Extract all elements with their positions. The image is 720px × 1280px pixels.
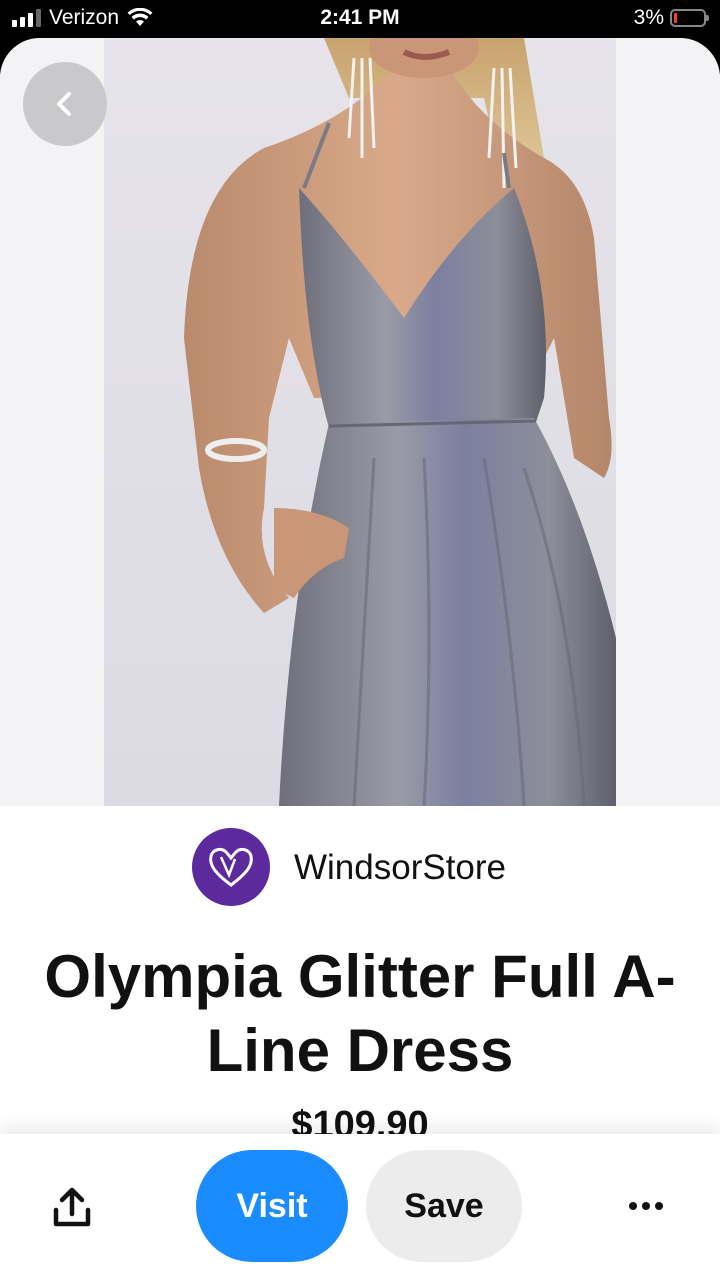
dress-photo[interactable] <box>104 38 616 806</box>
clock: 2:41 PM <box>320 6 400 29</box>
store-name[interactable]: WindsorStore <box>294 848 506 888</box>
share-icon <box>53 1187 91 1227</box>
battery-icon <box>670 9 709 27</box>
battery-group: 3% <box>633 6 709 30</box>
dress-illustration <box>184 38 616 806</box>
windsor-heart-logo-icon <box>209 847 253 887</box>
back-button[interactable] <box>23 62 107 146</box>
chevron-left-icon <box>57 92 71 116</box>
pin-detail-sheet: WindsorStore Olympia Glitter Full A-Line… <box>0 38 720 1280</box>
product-title: Olympia Glitter Full A-Line Dress <box>44 943 676 1084</box>
action-bar: Visit Save <box>0 1134 720 1280</box>
battery-level <box>674 13 677 23</box>
pin-image-area[interactable] <box>0 38 720 806</box>
save-button[interactable]: Save <box>366 1150 522 1262</box>
battery-percent: 3% <box>633 6 664 29</box>
more-icon <box>629 1202 637 1210</box>
share-button[interactable] <box>48 1184 96 1232</box>
status-bar: Verizon 2:41 PM 3% <box>0 0 720 40</box>
more-options-button[interactable] <box>624 1188 668 1224</box>
store-row[interactable]: WindsorStore <box>0 828 720 908</box>
visit-button[interactable]: Visit <box>196 1150 348 1262</box>
store-logo[interactable] <box>192 828 270 906</box>
